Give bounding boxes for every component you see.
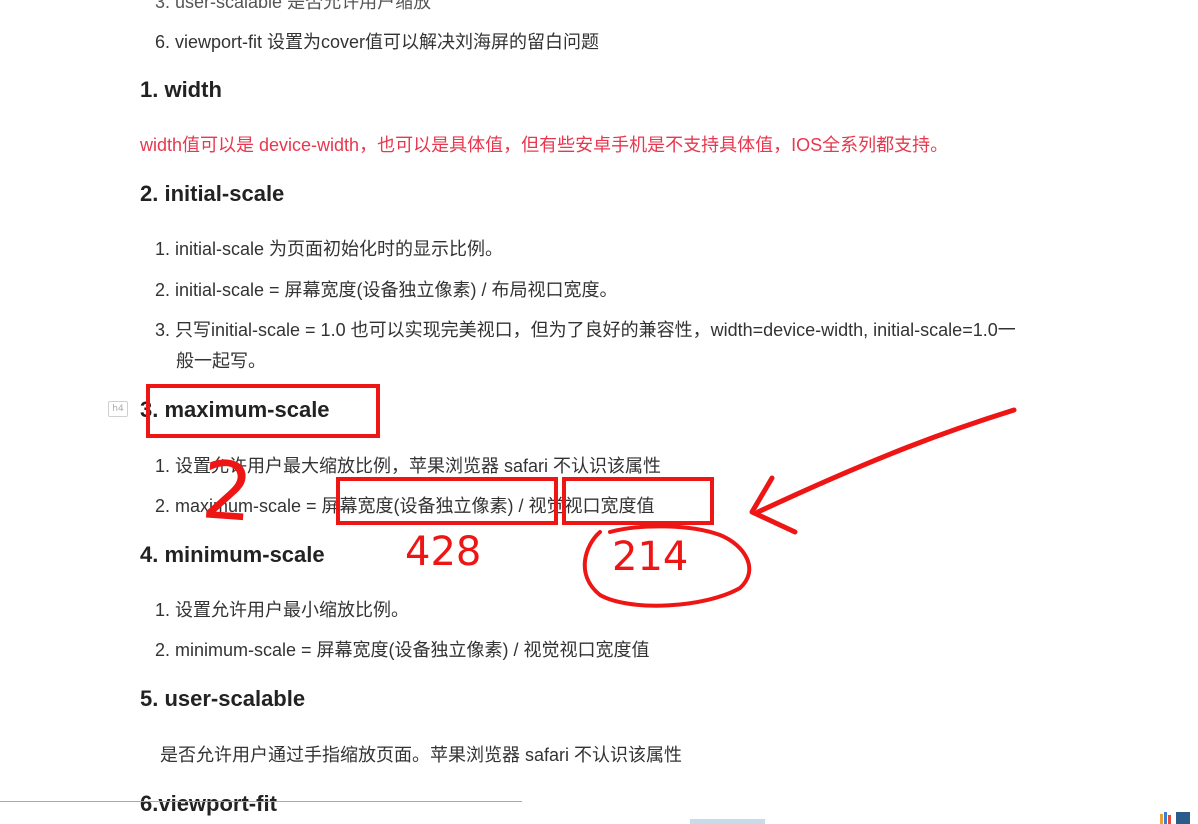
user-scalable-text: 是否允许用户通过手指缩放页面。苹果浏览器 safari 不认识该属性: [160, 745, 683, 765]
annotation-box-heading: [146, 384, 380, 438]
list-item: 3. user-scalable 是否允许用户缩放: [155, 0, 432, 12]
heading-level-tag: h4: [108, 401, 128, 417]
heading-minimum-scale: 4. minimum-scale: [140, 542, 325, 567]
width-note: width值可以是 device-width，也可以是具体值，但有些安卓手机是不…: [140, 135, 949, 155]
heading-user-scalable: 5. user-scalable: [140, 686, 306, 711]
list-item: 2. minimum-scale = 屏幕宽度(设备独立像素) / 视觉视口宽度…: [155, 640, 650, 660]
list-item: 1. 设置允许用户最小缩放比例。: [155, 600, 410, 620]
annotation-arrow: [755, 407, 1017, 515]
annotation-viewport-width-value: 214: [612, 534, 689, 580]
list-item: 6. viewport-fit 设置为cover值可以解决刘海屏的留白问题: [155, 32, 600, 52]
list-item-continuation: 般一起写。: [176, 351, 266, 371]
app-logo-icon: [1158, 810, 1198, 824]
scroll-indicator[interactable]: [690, 819, 765, 824]
list-item: 2. initial-scale = 屏幕宽度(设备独立像素) / 布局视口宽度…: [155, 280, 618, 300]
list-item: 1. initial-scale 为页面初始化时的显示比例。: [155, 239, 504, 259]
annotation-box-viewport-width: [562, 477, 714, 525]
heading-initial-scale: 2. initial-scale: [140, 181, 285, 206]
annotation-arrow-head: [749, 475, 798, 535]
annotation-screen-width-value: 428: [405, 529, 482, 575]
annotation-box-screen-width: [336, 477, 558, 525]
heading-width: 1. width: [140, 77, 222, 102]
list-item: 3. 只写initial-scale = 1.0 也可以实现完美视口，但为了良好…: [155, 320, 1016, 340]
annotation-number-2: 2: [198, 443, 257, 540]
heading-viewport-fit: 6.viewport-fit: [140, 791, 277, 816]
divider: [0, 801, 522, 802]
